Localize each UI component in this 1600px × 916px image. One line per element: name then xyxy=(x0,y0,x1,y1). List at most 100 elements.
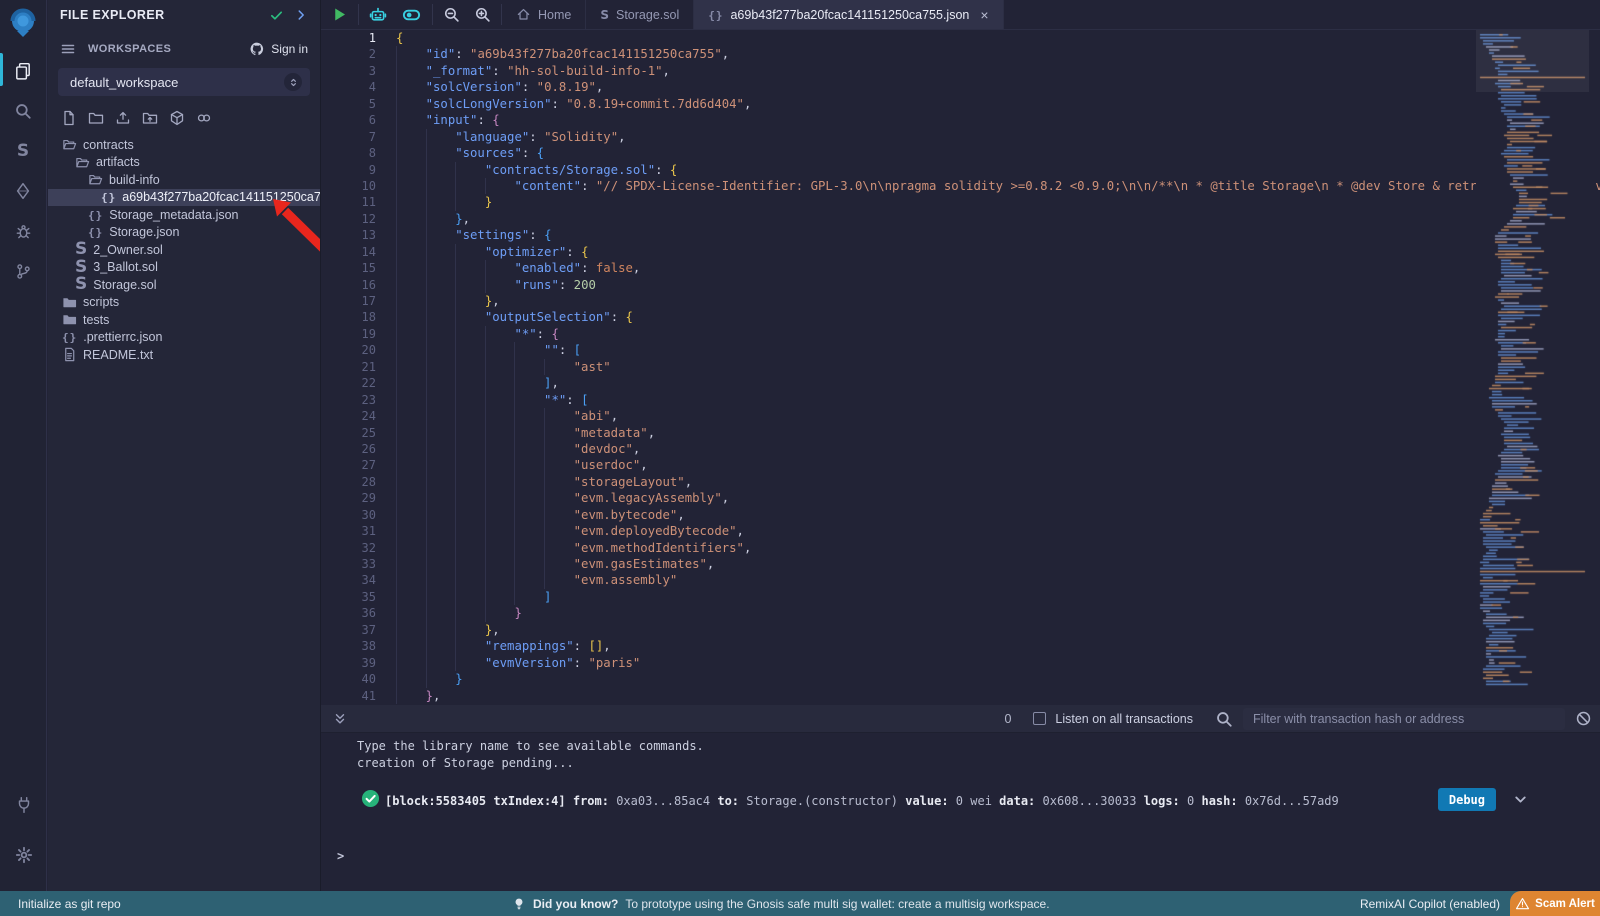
tab-a69b43f277ba20fcac141151250ca755-json[interactable]: {}a69b43f277ba20fcac141151250ca755.json× xyxy=(694,0,1003,29)
tree-item[interactable]: S2_Owner.sol xyxy=(48,241,320,259)
code-line[interactable]: 20"": [ xyxy=(321,342,1600,358)
code-line[interactable]: 33"evm.gasEstimates", xyxy=(321,556,1600,572)
code-line[interactable]: 6"input": { xyxy=(321,112,1600,128)
tree-item[interactable]: S3_Ballot.sol xyxy=(48,259,320,277)
code-line[interactable]: 40} xyxy=(321,671,1600,687)
tree-item[interactable]: {}.prettierrc.json xyxy=(48,329,320,347)
code-line[interactable]: 39"evmVersion": "paris" xyxy=(321,655,1600,671)
copilot-status[interactable]: RemixAI Copilot (enabled) xyxy=(1360,897,1500,911)
code-text: "*": [ xyxy=(396,392,588,408)
scam-alert-button[interactable]: Scam Alert xyxy=(1510,891,1600,916)
code-area[interactable]: 1{2"id": "a69b43f277ba20fcac141151250ca7… xyxy=(321,30,1600,705)
code-line[interactable]: 8"sources": { xyxy=(321,145,1600,161)
upload-folder-icon[interactable] xyxy=(142,110,158,126)
code-line[interactable]: 10"content": "// SPDX-License-Identifier… xyxy=(321,178,1600,194)
tx-expand-chevron-icon[interactable] xyxy=(1513,792,1528,807)
code-line[interactable]: 24"abi", xyxy=(321,408,1600,424)
transaction-log-row[interactable]: [block:5583405 txIndex:4] from: 0xa03...… xyxy=(321,785,1600,815)
copilot-toggle[interactable] xyxy=(401,6,422,24)
tree-item[interactable]: build-info xyxy=(48,171,320,189)
code-line[interactable]: 23"*": [ xyxy=(321,392,1600,408)
tree-item[interactable]: {}a69b43f277ba20fcac141151250ca7... xyxy=(48,189,320,207)
tree-item[interactable]: artifacts xyxy=(48,154,320,172)
tree-item[interactable]: README.txt xyxy=(48,346,320,364)
tree-item[interactable]: scripts xyxy=(48,294,320,312)
tab-storage-sol[interactable]: SStorage.sol xyxy=(586,0,694,29)
code-line[interactable]: 27"userdoc", xyxy=(321,457,1600,473)
code-line[interactable]: 15"enabled": false, xyxy=(321,260,1600,276)
ai-copilot-icon[interactable] xyxy=(369,6,387,24)
code-line[interactable]: 22], xyxy=(321,375,1600,391)
minimap[interactable] xyxy=(1476,30,1589,705)
remix-logo-icon[interactable] xyxy=(7,7,39,41)
zoom-out-button[interactable] xyxy=(443,6,460,23)
code-line[interactable]: 14"optimizer": { xyxy=(321,244,1600,260)
workspace-select[interactable]: default_workspace xyxy=(58,68,310,96)
tree-item[interactable]: tests xyxy=(48,311,320,329)
listen-checkbox[interactable] xyxy=(1033,712,1046,725)
tree-item[interactable]: {}Storage.json xyxy=(48,224,320,242)
code-line[interactable]: 36} xyxy=(321,605,1600,621)
clear-terminal-icon[interactable] xyxy=(1575,710,1592,727)
tree-item[interactable]: {}Storage_metadata.json xyxy=(48,206,320,224)
tree-item[interactable]: contracts xyxy=(48,136,320,154)
terminal-prompt[interactable]: > xyxy=(337,849,344,863)
workspace-caret-icon[interactable] xyxy=(284,73,302,91)
code-line[interactable]: 38"remappings": [], xyxy=(321,638,1600,654)
code-line[interactable]: 37}, xyxy=(321,622,1600,638)
activity-item-plugin-manager[interactable] xyxy=(0,791,47,819)
code-line[interactable]: 1{ xyxy=(321,30,1600,46)
git-init-button[interactable]: Initialize as git repo xyxy=(18,897,121,911)
code-line[interactable]: 29"evm.legacyAssembly", xyxy=(321,490,1600,506)
code-line[interactable]: 25"metadata", xyxy=(321,425,1600,441)
activity-item-search[interactable] xyxy=(0,97,47,125)
minimap-slider[interactable] xyxy=(1476,30,1589,92)
collapse-terminal-icon[interactable] xyxy=(333,712,347,726)
code-line[interactable]: 4"solcVersion": "0.8.19", xyxy=(321,79,1600,95)
code-line[interactable]: 9"contracts/Storage.sol": { xyxy=(321,162,1600,178)
code-line[interactable]: 2"id": "a69b43f277ba20fcac141151250ca755… xyxy=(321,46,1600,62)
activity-item-deploy-and-run[interactable] xyxy=(0,177,47,205)
run-script-button[interactable] xyxy=(331,6,348,23)
code-line[interactable]: 41}, xyxy=(321,688,1600,704)
transaction-filter-input[interactable] xyxy=(1243,708,1565,730)
code-line[interactable]: 5"solcLongVersion": "0.8.19+commit.7dd6d… xyxy=(321,96,1600,112)
code-line[interactable]: 11} xyxy=(321,194,1600,210)
code-line[interactable]: 21"ast" xyxy=(321,359,1600,375)
sign-in-button[interactable]: Sign in xyxy=(249,41,308,57)
code-line[interactable]: 13"settings": { xyxy=(321,227,1600,243)
tree-item[interactable]: SStorage.sol xyxy=(48,276,320,294)
code-line[interactable]: 32"evm.methodIdentifiers", xyxy=(321,540,1600,556)
zoom-in-button[interactable] xyxy=(474,6,491,23)
code-line[interactable]: 26"devdoc", xyxy=(321,441,1600,457)
code-line[interactable]: 3"_format": "hh-sol-build-info-1", xyxy=(321,63,1600,79)
activity-item-debugger[interactable] xyxy=(0,217,47,245)
terminal-search-icon[interactable] xyxy=(1215,710,1233,728)
activity-item-settings[interactable] xyxy=(0,841,47,869)
chevron-right-icon[interactable] xyxy=(294,8,308,22)
link-icon[interactable] xyxy=(196,110,212,126)
upload-file-icon[interactable] xyxy=(115,110,131,126)
code-line[interactable]: 18"outputSelection": { xyxy=(321,309,1600,325)
code-line[interactable]: 34"evm.assembly" xyxy=(321,572,1600,588)
code-line[interactable]: 7"language": "Solidity", xyxy=(321,129,1600,145)
activity-item-git[interactable] xyxy=(0,257,47,285)
activity-item-file-explorer[interactable] xyxy=(0,57,47,85)
code-line[interactable]: 16"runs": 200 xyxy=(321,277,1600,293)
code-line[interactable]: 28"storageLayout", xyxy=(321,474,1600,490)
close-tab-icon[interactable]: × xyxy=(980,8,988,22)
code-line[interactable]: 35] xyxy=(321,589,1600,605)
code-line[interactable]: 19"*": { xyxy=(321,326,1600,342)
cube-icon[interactable] xyxy=(169,110,185,126)
new-folder-icon[interactable] xyxy=(88,110,104,126)
code-line[interactable]: 30"evm.bytecode", xyxy=(321,507,1600,523)
new-file-icon[interactable] xyxy=(61,110,77,126)
hamburger-menu-icon[interactable] xyxy=(60,41,76,57)
debug-button[interactable]: Debug xyxy=(1438,788,1496,811)
line-number: 6 xyxy=(321,112,376,128)
activity-item-solidity-compiler[interactable]: S xyxy=(0,137,47,165)
code-line[interactable]: 17}, xyxy=(321,293,1600,309)
code-line[interactable]: 12}, xyxy=(321,211,1600,227)
tab-home[interactable]: Home xyxy=(502,0,586,29)
code-line[interactable]: 31"evm.deployedBytecode", xyxy=(321,523,1600,539)
